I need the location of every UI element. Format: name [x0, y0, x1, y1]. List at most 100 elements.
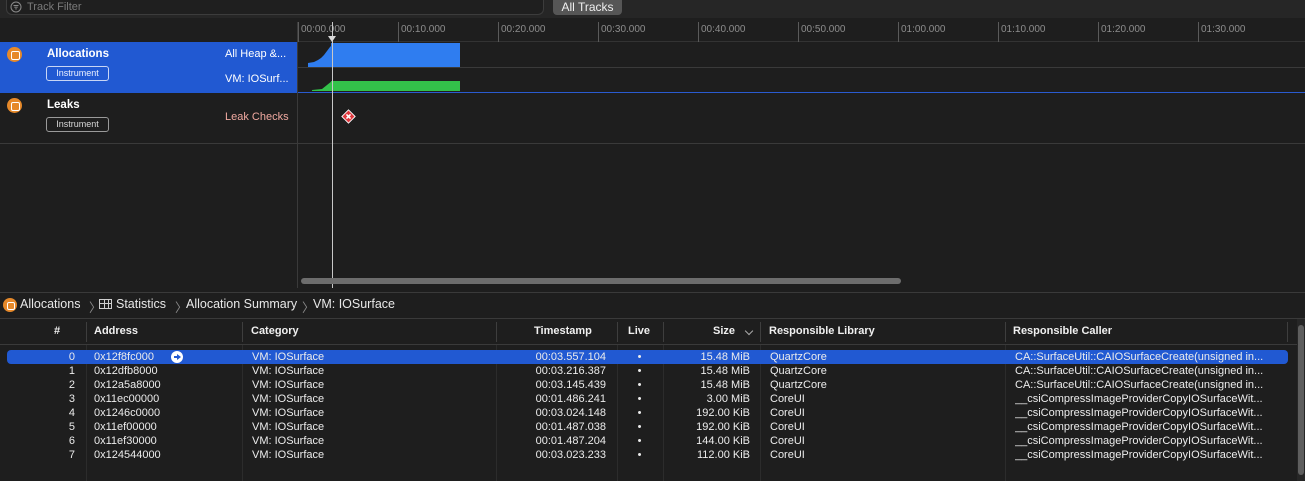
- cell-responsible-library: QuartzCore: [770, 379, 827, 391]
- breadcrumb-allocation-summary[interactable]: Allocation Summary: [186, 297, 297, 311]
- table-row[interactable]: 4 0x1246c0000 VM: IOSurface 00:03.024.14…: [0, 406, 1297, 420]
- cell-responsible-caller: __csiCompressImageProviderCopyIOSurfaceW…: [1015, 393, 1263, 405]
- column-header-responsible-caller[interactable]: Responsible Caller: [1013, 319, 1112, 345]
- table-row[interactable]: 5 0x11ef00000 VM: IOSurface 00:01.487.03…: [0, 420, 1297, 434]
- cell-responsible-caller: __csiCompressImageProviderCopyIOSurfaceW…: [1015, 449, 1263, 461]
- cell-live: •: [637, 421, 642, 433]
- playhead-line[interactable]: [332, 22, 333, 288]
- cell-address: 0x124544000: [94, 449, 161, 461]
- table-row[interactable]: 1 0x12dfb8000 VM: IOSurface 00:03.216.38…: [0, 364, 1297, 378]
- cell-index: 6: [68, 435, 75, 447]
- cell-address: 0x11ef00000: [94, 421, 157, 433]
- playhead-handle[interactable]: [328, 36, 336, 42]
- cell-responsible-library: CoreUI: [770, 407, 805, 419]
- cell-responsible-caller: CA::SurfaceUtil::CAIOSurfaceCreate(unsig…: [1015, 351, 1264, 363]
- track-filter-field[interactable]: Track Filter: [6, 0, 544, 15]
- column-header-size[interactable]: Size: [713, 319, 735, 345]
- column-divider: [86, 322, 87, 342]
- cell-live: •: [637, 449, 642, 461]
- leak-failed-icon[interactable]: [341, 109, 356, 124]
- cell-address: 0x12a5a8000: [94, 379, 161, 391]
- lane-vm-iosurface[interactable]: [298, 68, 1305, 93]
- track-label-vm[interactable]: VM: IOSurf...: [225, 73, 289, 85]
- track-allocations[interactable]: Allocations Instrument All Heap &... VM:…: [0, 42, 297, 93]
- ruler-tick: 00:30.000: [598, 22, 646, 42]
- column-header-responsible-library[interactable]: Responsible Library: [769, 319, 875, 345]
- allocations-icon: [3, 298, 17, 312]
- cell-responsible-library: CoreUI: [770, 435, 805, 447]
- cell-live: •: [637, 351, 642, 363]
- cell-size: 15.48 MiB: [700, 365, 750, 377]
- cell-address: 0x12f8fc000: [94, 351, 154, 363]
- all-tracks-button[interactable]: All Tracks: [553, 0, 622, 15]
- ruler-tick: 01:10.000: [998, 22, 1046, 42]
- column-divider: [760, 322, 761, 342]
- column-divider: [242, 322, 243, 342]
- cell-responsible-caller: __csiCompressImageProviderCopyIOSurfaceW…: [1015, 421, 1263, 433]
- breadcrumb: Allocations 〉 Statistics 〉 Allocation Su…: [0, 292, 1305, 316]
- cell-timestamp: 00:03.557.104: [535, 351, 606, 363]
- lane-all-heap[interactable]: [298, 42, 1305, 68]
- track-label-heap[interactable]: All Heap &...: [225, 48, 286, 60]
- cell-timestamp: 00:01.487.204: [535, 435, 606, 447]
- cell-responsible-library: CoreUI: [770, 421, 805, 433]
- table-vertical-scrollbar[interactable]: [1297, 319, 1305, 481]
- track-label-leak-checks[interactable]: Leak Checks: [225, 111, 289, 123]
- cell-timestamp: 00:03.024.148: [535, 407, 606, 419]
- cell-timestamp: 00:03.145.439: [535, 379, 606, 391]
- column-header-index[interactable]: #: [54, 319, 60, 345]
- table-row[interactable]: 7 0x124544000 VM: IOSurface 00:03.023.23…: [0, 448, 1297, 462]
- cell-address: 0x11ec00000: [94, 393, 160, 405]
- column-header-category[interactable]: Category: [251, 319, 299, 345]
- cell-size: 192.00 KiB: [696, 407, 750, 419]
- cell-category: VM: IOSurface: [252, 449, 325, 461]
- table-row[interactable]: 2 0x12a5a8000 VM: IOSurface 00:03.145.43…: [0, 378, 1297, 392]
- heap-ramp-graph: [308, 45, 332, 67]
- cell-timestamp: 00:03.216.387: [535, 365, 606, 377]
- cell-address: 0x11ef30000: [94, 435, 157, 447]
- cell-size: 144.00 KiB: [696, 435, 750, 447]
- cell-responsible-library: QuartzCore: [770, 351, 827, 363]
- scrollbar-thumb[interactable]: [1298, 325, 1304, 475]
- cell-category: VM: IOSurface: [252, 421, 325, 433]
- track-list: Allocations Instrument All Heap &... VM:…: [0, 22, 297, 288]
- cell-index: 4: [68, 407, 75, 419]
- timeline-horizontal-scrollbar[interactable]: [301, 278, 901, 284]
- breadcrumb-statistics[interactable]: Statistics: [116, 297, 166, 311]
- column-header-live[interactable]: Live: [628, 319, 650, 345]
- lane-leak-checks[interactable]: [298, 93, 1305, 144]
- breadcrumb-vm-iosurface[interactable]: VM: IOSurface: [313, 297, 395, 311]
- column-divider: [617, 322, 618, 342]
- cell-responsible-library: CoreUI: [770, 449, 805, 461]
- cell-index: 0: [68, 351, 75, 363]
- cell-index: 2: [68, 379, 75, 391]
- cell-size: 15.48 MiB: [700, 379, 750, 391]
- table-row[interactable]: 6 0x11ef30000 VM: IOSurface 00:01.487.20…: [0, 434, 1297, 448]
- cell-category: VM: IOSurface: [252, 351, 325, 363]
- column-divider: [496, 322, 497, 342]
- cell-index: 7: [68, 449, 75, 461]
- cell-index: 3: [68, 393, 75, 405]
- cell-responsible-library: QuartzCore: [770, 365, 827, 377]
- cell-category: VM: IOSurface: [252, 407, 325, 419]
- table-row[interactable]: 3 0x11ec00000 VM: IOSurface 00:01.486.24…: [0, 392, 1297, 406]
- time-ruler[interactable]: 00:00.000 00:10.000 00:20.000 00:30.000 …: [298, 22, 1305, 42]
- ruler-tick: 00:50.000: [798, 22, 846, 42]
- breadcrumb-allocations[interactable]: Allocations: [20, 297, 80, 311]
- cell-live: •: [637, 393, 642, 405]
- cell-category: VM: IOSurface: [252, 393, 325, 405]
- cell-responsible-caller: __csiCompressImageProviderCopyIOSurfaceW…: [1015, 407, 1263, 419]
- track-leaks[interactable]: Leaks Instrument Leak Checks: [0, 93, 297, 144]
- go-to-detail-arrow-icon[interactable]: [171, 351, 183, 363]
- table-row[interactable]: 0 0x12f8fc000 VM: IOSurface 00:03.557.10…: [0, 350, 1297, 364]
- cell-size: 192.00 KiB: [696, 421, 750, 433]
- column-header-address[interactable]: Address: [94, 319, 138, 345]
- cell-timestamp: 00:01.487.038: [535, 421, 606, 433]
- timeline[interactable]: 00:00.000 00:10.000 00:20.000 00:30.000 …: [297, 22, 1305, 288]
- column-divider: [663, 322, 664, 342]
- cell-address: 0x1246c0000: [94, 407, 161, 419]
- column-header-timestamp[interactable]: Timestamp: [534, 319, 592, 345]
- heap-graph-bar: [331, 43, 460, 67]
- column-divider: [1005, 322, 1006, 342]
- cell-address: 0x12dfb8000: [94, 365, 158, 377]
